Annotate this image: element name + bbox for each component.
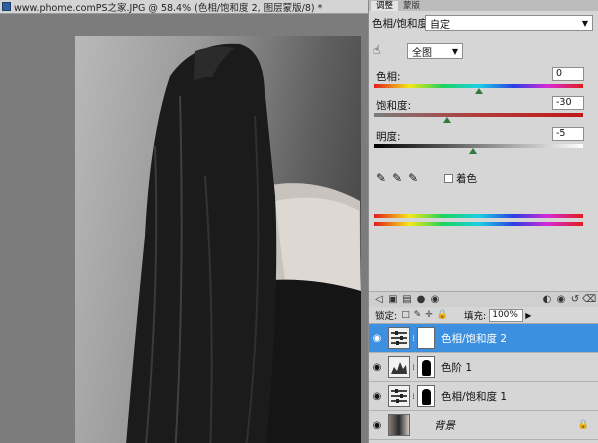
- panel-tabs: 调整 蒙版: [369, 0, 598, 11]
- saturation-label: 饱和度:: [376, 100, 412, 112]
- background-photo-thumbnail: [388, 414, 410, 436]
- layer-mask-icon[interactable]: ▤: [400, 294, 414, 305]
- saturation-input[interactable]: -30: [552, 96, 584, 110]
- lightness-slider-track[interactable]: [374, 144, 583, 148]
- lock-transparency-icon[interactable]: □: [401, 310, 410, 320]
- lightness-input[interactable]: -5: [552, 127, 584, 141]
- targeted-adjustment-hand-icon[interactable]: ☝: [373, 43, 387, 57]
- fill-input[interactable]: 100%: [489, 308, 524, 322]
- eyedropper-group: ✎ ✎ ✎: [376, 171, 418, 185]
- tab-adjustments[interactable]: 调整: [371, 1, 399, 11]
- reset-icon[interactable]: ↺: [568, 294, 582, 305]
- color-spectrum-bar-top: [374, 214, 583, 218]
- layer-mask-thumbnail[interactable]: [417, 356, 435, 378]
- visibility-icon[interactable]: ●: [414, 294, 428, 305]
- chain-link-icon[interactable]: ⁞: [410, 334, 417, 343]
- color-spectrum-bar-bottom: [374, 222, 583, 226]
- hue-saturation-adjustment-icon: [388, 327, 410, 349]
- edit-range-value: 全图: [412, 47, 432, 59]
- eye-icon[interactable]: ◉: [369, 420, 385, 431]
- chevron-down-icon: ▼: [451, 46, 458, 56]
- edit-range-dropdown[interactable]: 全图 ▼: [407, 43, 463, 59]
- layer-row[interactable]: ◉ ⁞ 色阶 1: [369, 353, 598, 382]
- fill-dropdown-arrow-icon[interactable]: ▶: [525, 311, 531, 320]
- eye-icon[interactable]: ◉: [369, 362, 385, 373]
- eyedropper-plus-icon[interactable]: ✎: [392, 171, 402, 185]
- levels-adjustment-icon: [388, 356, 410, 378]
- eye-icon[interactable]: ◉: [369, 391, 385, 402]
- mask-silhouette: [422, 360, 431, 376]
- lock-row: 锁定: □ ✎ ✛ 🔒 填充: 100% ▶: [369, 307, 598, 324]
- layer-row[interactable]: ◉ ⁞ 色相/饱和度 1: [369, 382, 598, 411]
- adjustment-title: 色相/饱和度: [372, 17, 429, 30]
- lightness-label: 明度:: [376, 131, 401, 143]
- layer-row[interactable]: ◉ ⁞ 色相/饱和度 2: [369, 324, 598, 353]
- lightness-slider-thumb[interactable]: [469, 148, 478, 154]
- mask-silhouette: [422, 389, 431, 405]
- hue-label: 色相:: [376, 71, 401, 83]
- chevron-down-icon: ▼: [581, 18, 588, 28]
- adjustments-footer: ◁ ▣ ▤ ● ◉ ◐ ◉ ↺ ⌫: [369, 291, 598, 307]
- chain-link-icon[interactable]: ⁞: [410, 392, 417, 401]
- tab-masks[interactable]: 蒙版: [398, 1, 425, 11]
- eye-icon[interactable]: ◉: [369, 333, 385, 344]
- lock-pixels-icon[interactable]: ✎: [414, 310, 422, 320]
- preset-value: 自定: [430, 19, 450, 31]
- hue-saturation-adjustment-icon: [388, 385, 410, 407]
- layer-name: 背景: [434, 419, 455, 432]
- colorize-label: 着色: [456, 173, 477, 185]
- chain-link-icon[interactable]: ⁞: [410, 363, 417, 372]
- colorize-checkbox[interactable]: [444, 174, 453, 183]
- canvas-area[interactable]: [0, 14, 368, 443]
- saturation-slider-thumb[interactable]: [443, 117, 452, 123]
- colorize-option[interactable]: 着色: [444, 171, 477, 186]
- document-tab[interactable]: www.phome.comPS之家.JPG @ 58.4% (色相/饱和度 2,…: [0, 0, 368, 14]
- fill-label: 填充:: [464, 311, 487, 322]
- eyedropper-minus-icon[interactable]: ✎: [408, 171, 418, 185]
- lock-all-icon[interactable]: 🔒: [437, 310, 448, 320]
- layer-name: 色相/饱和度 2: [441, 332, 508, 345]
- eyedropper-icon[interactable]: ✎: [376, 171, 386, 185]
- adjustments-panel: 调整 蒙版 色相/饱和度 自定 ▼ ☝ 全图 ▼ 色相: 0 饱和度: -30 …: [368, 0, 598, 443]
- lock-options: □ ✎ ✛ 🔒: [401, 310, 448, 320]
- woman-long-black-hair-photo: [126, 43, 361, 443]
- layers-panel: 锁定: □ ✎ ✛ 🔒 填充: 100% ▶ ◉ ⁞ 色相/饱和度 2 ◉ ⁞ …: [369, 307, 598, 443]
- hue-input[interactable]: 0: [552, 67, 584, 81]
- lock-icon: 🔒: [577, 420, 589, 430]
- lock-label: 锁定:: [375, 311, 398, 322]
- layer-name: 色相/饱和度 1: [441, 390, 508, 403]
- layer-row[interactable]: ◉ 背景 🔒: [369, 411, 598, 440]
- preset-dropdown[interactable]: 自定 ▼: [425, 15, 593, 31]
- clip-to-layer-icon[interactable]: ◐: [540, 294, 554, 305]
- clip-layer-icon[interactable]: ▣: [386, 294, 400, 305]
- eye-icon[interactable]: ◉: [554, 294, 568, 305]
- hue-slider-thumb[interactable]: [474, 88, 483, 94]
- document-title: www.phome.comPS之家.JPG @ 58.4% (色相/饱和度 2,…: [14, 2, 323, 14]
- photo-canvas[interactable]: [75, 36, 361, 443]
- layer-mask-thumbnail[interactable]: [417, 385, 435, 407]
- back-arrow-icon[interactable]: ◁: [372, 294, 386, 305]
- view-previous-icon[interactable]: ◉: [428, 294, 442, 305]
- lock-position-icon[interactable]: ✛: [425, 310, 433, 320]
- trash-icon[interactable]: ⌫: [582, 294, 596, 305]
- layer-mask-thumbnail[interactable]: [417, 327, 435, 349]
- saturation-slider-track[interactable]: [374, 113, 583, 117]
- photoshop-doc-icon: [2, 2, 11, 11]
- layer-name: 色阶 1: [441, 361, 473, 374]
